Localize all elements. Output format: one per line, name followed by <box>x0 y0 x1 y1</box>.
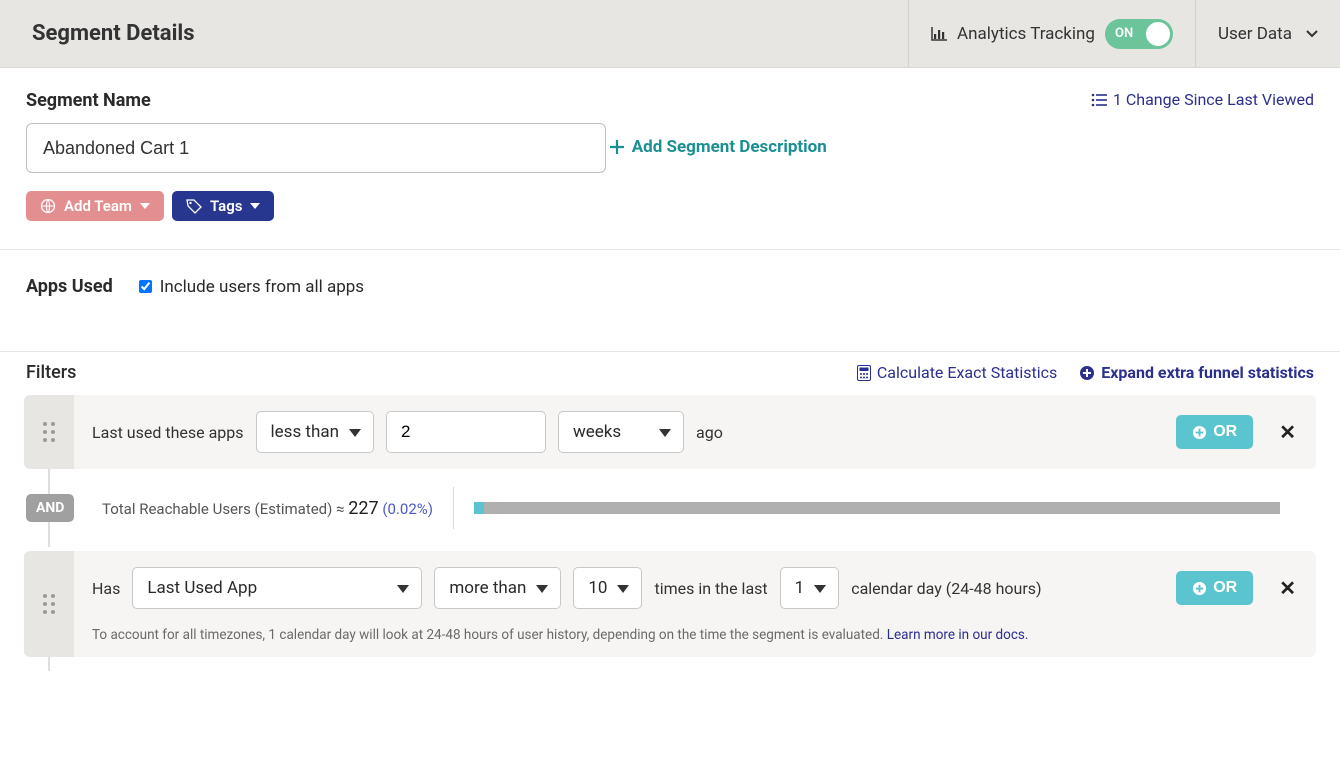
segment-name-label: Segment Name <box>26 90 151 111</box>
filter-row-2: Has Last Used App more than 10 times in … <box>24 551 1316 657</box>
caret-down-icon <box>250 203 260 210</box>
or-label: OR <box>1213 423 1237 441</box>
plus-circle-icon <box>1192 581 1207 596</box>
calculate-stats-link[interactable]: Calculate Exact Statistics <box>857 363 1057 382</box>
apps-used-section: Apps Used Include users from all apps <box>0 250 1340 323</box>
add-team-button[interactable]: Add Team <box>26 191 164 221</box>
tags-label: Tags <box>210 197 243 215</box>
filter1-operator-select[interactable]: less than <box>256 411 374 453</box>
filter2-lead: Has <box>92 579 120 598</box>
chart-icon <box>931 27 947 41</box>
stat-lead: Total Reachable Users (Estimated) ≈ 227 … <box>102 498 433 519</box>
remove-filter-button[interactable]: ✕ <box>1265 576 1298 600</box>
page-title: Segment Details <box>0 21 908 46</box>
changes-link-text: 1 Change Since Last Viewed <box>1113 90 1314 109</box>
chevron-down-icon <box>1306 30 1318 38</box>
reach-bar <box>474 502 1280 514</box>
filter2-operator-select[interactable]: more than <box>434 567 561 609</box>
caret-down-icon <box>140 203 150 210</box>
and-connector: AND Total Reachable Users (Estimated) ≈ … <box>24 469 1316 547</box>
analytics-toggle[interactable]: ON <box>1105 19 1173 49</box>
analytics-tracking-label: Analytics Tracking <box>957 24 1095 44</box>
plus-icon <box>610 140 624 154</box>
filter2-trail2: calendar day (24-48 hours) <box>851 579 1041 598</box>
top-bar-right: Analytics Tracking ON User Data <box>908 0 1340 67</box>
plus-circle-icon <box>1079 365 1095 381</box>
learn-more-link[interactable]: Learn more in our docs. <box>887 627 1029 643</box>
filter1-unit-select[interactable]: weeks <box>558 411 684 453</box>
include-all-apps-label: Include users from all apps <box>160 277 364 297</box>
tags-button[interactable]: Tags <box>172 191 275 221</box>
add-team-label: Add Team <box>64 197 132 215</box>
filter2-note: To account for all timezones, 1 calendar… <box>92 627 1298 643</box>
calculator-icon <box>857 365 871 381</box>
toggle-knob <box>1146 22 1170 46</box>
toggle-state-label: ON <box>1115 26 1133 41</box>
filter1-lead: Last used these apps <box>92 423 244 442</box>
add-description-button[interactable]: Add Segment Description <box>610 137 827 157</box>
or-label: OR <box>1213 579 1237 597</box>
changes-since-viewed-link[interactable]: 1 Change Since Last Viewed <box>1091 90 1314 109</box>
filter2-trail1: times in the last <box>654 579 767 598</box>
expand-stats-label: Expand extra funnel statistics <box>1101 363 1314 382</box>
add-or-button[interactable]: OR <box>1176 571 1253 605</box>
and-badge: AND <box>26 494 74 522</box>
apps-used-label: Apps Used <box>26 276 113 297</box>
include-all-apps-field[interactable]: Include users from all apps <box>139 277 364 297</box>
filter-row-1: Last used these apps less than weeks ago… <box>24 395 1316 469</box>
add-or-button[interactable]: OR <box>1176 415 1253 449</box>
stat-pct: (0.02%) <box>382 500 433 518</box>
filters-area: Last used these apps less than weeks ago… <box>0 395 1340 691</box>
calculate-stats-label: Calculate Exact Statistics <box>877 363 1057 382</box>
expand-stats-link[interactable]: Expand extra funnel statistics <box>1079 363 1314 382</box>
segment-name-input[interactable] <box>26 123 606 173</box>
user-data-dropdown[interactable]: User Data <box>1195 0 1340 67</box>
plus-circle-icon <box>1192 425 1207 440</box>
tag-icon <box>186 198 202 214</box>
reach-bar-fill <box>474 502 484 514</box>
filter2-event-select[interactable]: Last Used App <box>132 567 422 609</box>
user-data-label: User Data <box>1218 24 1292 44</box>
filters-header: Filters Calculate Exact Statistics Expan… <box>0 352 1340 391</box>
filter2-value-select[interactable]: 10 <box>573 567 642 609</box>
remove-filter-button[interactable]: ✕ <box>1265 420 1298 444</box>
filter1-trail: ago <box>696 423 723 442</box>
vertical-divider <box>453 487 454 529</box>
stat-value: 227 <box>348 498 378 519</box>
globe-icon <box>40 198 56 214</box>
drag-handle[interactable] <box>24 395 74 469</box>
filter2-days-select[interactable]: 1 <box>780 567 840 609</box>
list-icon <box>1091 93 1107 107</box>
analytics-tracking-cell: Analytics Tracking ON <box>908 0 1195 67</box>
filter1-value-input[interactable] <box>386 411 546 453</box>
add-description-label: Add Segment Description <box>632 137 827 157</box>
drag-handle[interactable] <box>24 551 74 657</box>
connector-tail <box>24 657 1316 671</box>
filters-title: Filters <box>26 362 857 383</box>
segment-name-section: Segment Name 1 Change Since Last Viewed … <box>0 68 1340 221</box>
include-all-apps-checkbox[interactable] <box>139 280 152 293</box>
top-bar: Segment Details Analytics Tracking ON Us… <box>0 0 1340 68</box>
